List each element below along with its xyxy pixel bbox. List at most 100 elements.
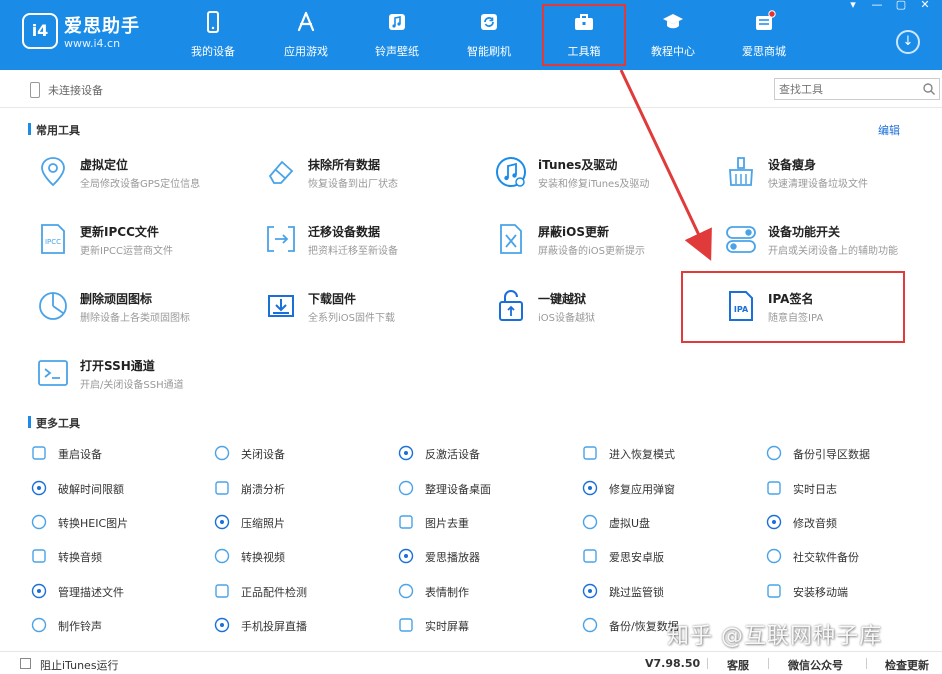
tool-migrate-data[interactable]: 迁移设备数据 把资料迁移至新设备 [264,221,484,267]
check-update-link[interactable]: 检查更新 [885,657,929,673]
more-tool-item[interactable]: 转换视频 [213,547,383,565]
more-tool-item[interactable]: 实时日志 [765,479,935,497]
tool-erase-all-data[interactable]: 抹除所有数据 恢复设备到出厂状态 [264,154,484,200]
nav-shop[interactable]: 爱思商城 [722,0,806,70]
flash-icon [447,10,531,36]
more-tool-item[interactable]: 进入恢复模式 [581,444,751,462]
device-icon [30,82,40,98]
more-tool-item[interactable]: 图片去重 [397,513,567,531]
pie-clock-icon [36,288,70,324]
app-window: i4 爱思助手 www.i4.cn 我的设备 应用游戏 铃声壁纸 智能刷机 工具… [0,0,942,674]
hourglass-icon [30,479,48,497]
support-link[interactable]: 客服 [727,657,749,673]
tool-feature-switches[interactable]: 设备功能开关 开启或关闭设备上的辅助功能 [724,221,942,267]
wechat-link[interactable]: 微信公众号 [788,657,843,673]
more-tool-item[interactable]: 反激活设备 [397,444,567,462]
more-tool-item[interactable]: 破解时间限额 [30,479,200,497]
search-icon[interactable] [922,82,936,96]
more-tool-label: 制作铃声 [58,620,102,633]
more-tool-item[interactable]: 崩溃分析 [213,479,383,497]
more-tool-item[interactable]: 修改音频 [765,513,935,531]
more-tool-label: 转换视频 [241,551,285,564]
player-icon [397,547,415,565]
nav-apps-games[interactable]: 应用游戏 [264,0,348,70]
app-title: 爱思助手 [64,16,140,37]
more-tool-item[interactable]: 修复应用弹窗 [581,479,751,497]
more-tool-label: 跳过监管锁 [609,586,664,599]
nav-ringtones-wallpapers[interactable]: 铃声壁纸 [355,0,439,70]
more-tool-item[interactable]: 虚拟U盘 [581,513,751,531]
usb-icon [581,513,599,531]
footer-bar: 阻止iTunes运行 V7.98.50 客服 微信公众号 检查更新 [0,651,942,674]
tool-block-ios-update[interactable]: 屏蔽iOS更新 屏蔽设备的iOS更新提示 [494,221,714,267]
power-icon [213,444,231,462]
tool-itunes-driver[interactable]: iTunes及驱动 安装和修复iTunes及驱动 [494,154,714,200]
more-tool-item[interactable]: 关闭设备 [213,444,383,462]
block-update-icon [494,221,528,257]
dropdown-icon[interactable]: ▾ [844,0,862,10]
window-controls: ▾ — ▢ ✕ [844,0,934,10]
more-tool-label: 转换HEIC图片 [58,517,129,530]
minimize-icon[interactable]: — [868,0,886,10]
more-tool-item[interactable]: 压缩照片 [213,513,383,531]
download-manager-icon[interactable]: ↓ [896,30,920,54]
migrate-icon [264,221,298,257]
search-input[interactable] [779,81,919,97]
nav-toolbox[interactable]: 工具箱 [542,4,626,66]
more-tool-item[interactable]: 转换HEIC图片 [30,513,200,531]
compress-image-icon [213,513,231,531]
more-tool-item[interactable]: 跳过监管锁 [581,582,751,600]
tool-download-firmware[interactable]: 下载固件 全系列iOS固件下载 [264,288,484,334]
close-icon[interactable]: ✕ [916,0,934,10]
highlight-box-ipa [681,271,905,343]
download-tray-icon [264,288,298,324]
deactivate-icon [397,444,415,462]
more-tool-item[interactable]: 实时屏幕 [397,616,567,634]
crash-grid-icon [213,479,231,497]
toggle-icon [724,221,758,257]
nav-tutorials[interactable]: 教程中心 [631,0,715,70]
tool-search-box[interactable] [774,78,940,100]
tool-update-ipcc[interactable]: IPCC 更新IPCC文件 更新IPCC运营商文件 [36,221,256,267]
ringtone-icon [30,616,48,634]
edit-link[interactable]: 编辑 [878,122,900,138]
more-tool-item[interactable]: 制作铃声 [30,616,200,634]
more-tool-label: 转换音频 [58,551,102,564]
more-tool-label: 反激活设备 [425,448,480,461]
graduation-cap-icon [631,10,715,36]
section-marker [28,123,31,135]
more-tool-item[interactable]: 安装移动端 [765,582,935,600]
skip-lock-icon [581,582,599,600]
more-tool-item[interactable]: 管理描述文件 [30,582,200,600]
tool-virtual-location[interactable]: 虚拟定位 全局修改设备GPS定位信息 [36,154,256,200]
more-tool-item[interactable]: 整理设备桌面 [397,479,567,497]
more-tool-item[interactable]: 手机投屏直播 [213,616,383,634]
spinner-icon [30,444,48,462]
more-tool-label: 崩溃分析 [241,483,285,496]
terminal-icon [36,355,70,391]
more-tool-label: 管理描述文件 [58,586,124,599]
more-tool-item[interactable]: 爱思安卓版 [581,547,751,565]
block-itunes-checkbox[interactable] [20,658,31,669]
tool-open-ssh[interactable]: 打开SSH通道 开启/关闭设备SSH通道 [36,355,256,401]
more-tool-label: 社交软件备份 [793,551,859,564]
more-tool-label: 关闭设备 [241,448,285,461]
tool-device-cleanup[interactable]: 设备瘦身 快速清理设备垃圾文件 [724,154,942,200]
more-tool-label: 修改音频 [793,517,837,530]
more-tool-item[interactable]: 爱思播放器 [397,547,567,565]
tool-remove-stubborn-icons[interactable]: 删除顽固图标 删除设备上各类顽固图标 [36,288,256,334]
smiley-icon [397,582,415,600]
more-tool-item[interactable]: 正品配件检测 [213,582,383,600]
more-tool-item[interactable]: 备份引导区数据 [765,444,935,462]
more-tools-title: 更多工具 [36,417,80,430]
restore-icon[interactable]: ▢ [892,0,910,10]
more-tool-label: 爱思安卓版 [609,551,664,564]
more-tool-label: 进入恢复模式 [609,448,675,461]
more-tool-item[interactable]: 重启设备 [30,444,200,462]
more-tool-item[interactable]: 社交软件备份 [765,547,935,565]
more-tool-item[interactable]: 转换音频 [30,547,200,565]
nav-my-device[interactable]: 我的设备 [171,0,255,70]
more-tool-label: 破解时间限额 [58,483,124,496]
nav-smart-flash[interactable]: 智能刷机 [447,0,531,70]
more-tool-item[interactable]: 表情制作 [397,582,567,600]
